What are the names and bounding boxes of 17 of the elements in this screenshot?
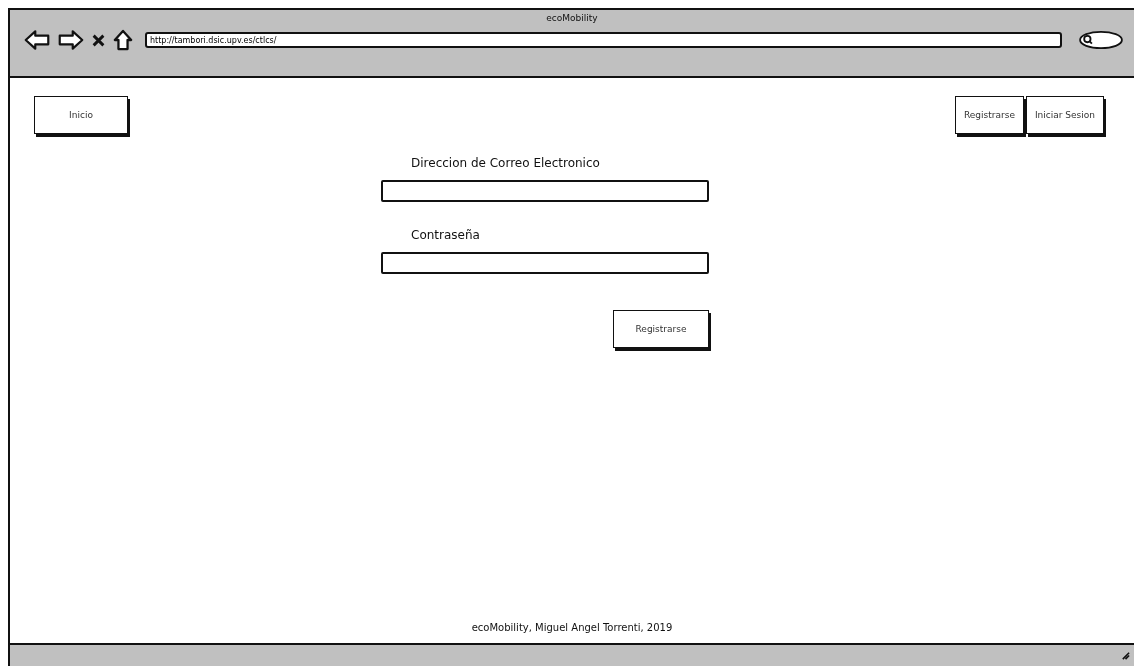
close-icon[interactable]: [92, 33, 105, 47]
home-icon[interactable]: [113, 29, 133, 51]
resize-grip-icon[interactable]: [1121, 651, 1130, 660]
home-button[interactable]: Inicio: [34, 96, 128, 134]
submit-button[interactable]: Registrarse: [613, 310, 709, 348]
nav-button[interactable]: Registrarse: [955, 96, 1024, 134]
input-field[interactable]: [381, 180, 709, 202]
field-label: Direccion de Correo Electronico: [410, 156, 601, 170]
address-field[interactable]: http://tambori.dsic.upv.es/ctlcs/: [145, 32, 1062, 48]
search-field-icon[interactable]: [1078, 30, 1124, 50]
input-field[interactable]: [381, 252, 709, 274]
field-label: Contraseña: [410, 228, 481, 242]
back-icon[interactable]: [24, 29, 50, 51]
nav-button[interactable]: Iniciar Sesion: [1025, 96, 1104, 134]
window-title: ecoMobility: [546, 13, 598, 23]
forward-icon[interactable]: [58, 29, 84, 51]
footer-text: ecoMobility, Miguel Angel Torrenti, 2019: [471, 622, 673, 633]
